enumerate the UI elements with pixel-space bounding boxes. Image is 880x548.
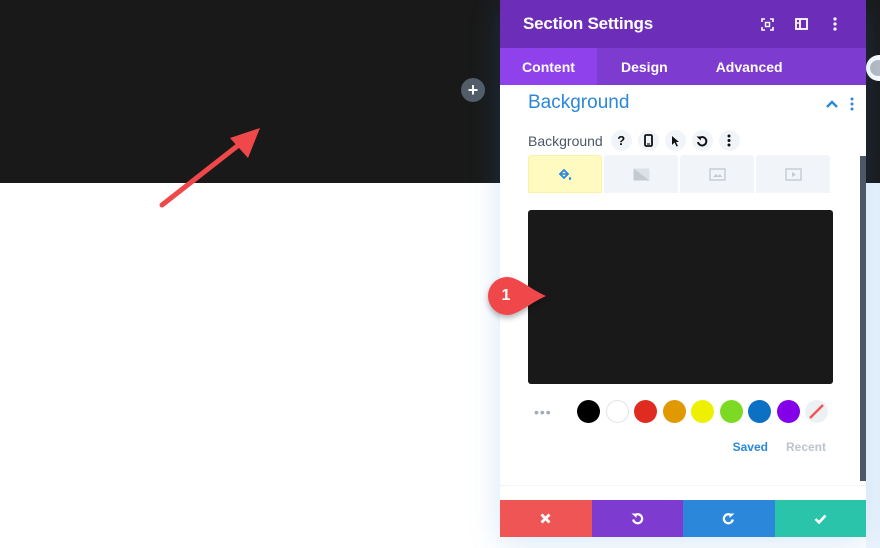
color-preview[interactable]: [528, 210, 833, 384]
fullscreen-icon: [760, 17, 774, 31]
panel-divider: [500, 485, 866, 486]
redo-button[interactable]: [683, 500, 775, 537]
hover-cursor-icon: [671, 135, 679, 146]
help-button[interactable]: ?: [610, 130, 632, 151]
paint-bucket-icon: [558, 168, 572, 180]
undo-button[interactable]: [591, 500, 683, 537]
swatch-green[interactable]: [719, 400, 743, 423]
save-button[interactable]: [774, 500, 866, 537]
panel-shadow: [866, 183, 880, 548]
responsive-button[interactable]: [637, 130, 659, 151]
swatch-purple[interactable]: [776, 400, 800, 423]
annotation-number: 1: [501, 287, 511, 304]
bg-tab-video[interactable]: [756, 155, 830, 193]
help-icon: ?: [617, 133, 626, 148]
bg-tab-image[interactable]: [680, 155, 754, 193]
palette-links: Saved Recent: [733, 440, 826, 454]
bg-tab-gradient[interactable]: [604, 155, 678, 193]
page: + Section Settings Content Design Advanc…: [0, 0, 880, 548]
tab-design[interactable]: Design: [597, 48, 692, 85]
color-swatches: •••: [528, 400, 834, 423]
fullscreen-button[interactable]: [750, 0, 784, 48]
globe-icon: [870, 60, 880, 76]
field-label: Background: [528, 132, 603, 149]
panel-title: Section Settings: [523, 14, 653, 33]
background-type-tabs: [528, 155, 830, 193]
recent-colors-link[interactable]: Recent: [786, 440, 826, 454]
bg-tab-color[interactable]: [528, 155, 602, 193]
gradient-icon: [633, 168, 649, 180]
swatch-yellow[interactable]: [691, 400, 714, 423]
discard-button[interactable]: [500, 500, 592, 537]
swatch-none[interactable]: [805, 400, 828, 423]
saved-colors-link[interactable]: Saved: [733, 440, 768, 454]
swatch-orange[interactable]: [662, 400, 686, 423]
background-field-header: Background ?: [528, 130, 740, 151]
reset-icon: [696, 135, 708, 146]
panel-menu-button[interactable]: [818, 0, 852, 48]
swatch-white[interactable]: [605, 400, 629, 423]
no-color-icon: [809, 404, 824, 419]
annotation-arrow: [159, 128, 260, 208]
settings-tabs: Content Design Advanced: [500, 48, 866, 85]
field-more-button[interactable]: [718, 130, 740, 151]
video-icon: [784, 167, 802, 181]
redo-icon: [723, 513, 735, 525]
swatch-black[interactable]: [577, 400, 600, 423]
tab-advanced[interactable]: Advanced: [692, 48, 807, 85]
reset-button[interactable]: [691, 130, 713, 151]
undo-icon: [631, 513, 643, 525]
section-more-icon[interactable]: [850, 97, 854, 111]
panel-scrollbar[interactable]: [860, 156, 866, 481]
tab-content[interactable]: Content: [500, 48, 597, 85]
more-options-icon: [727, 134, 731, 147]
responsive-phone-icon: [643, 134, 653, 147]
plus-icon: +: [467, 80, 479, 100]
swatch-blue[interactable]: [748, 400, 771, 423]
add-row-button[interactable]: +: [461, 78, 485, 102]
section-toggle-background[interactable]: Background: [528, 92, 629, 114]
more-options-icon: [833, 17, 837, 31]
more-swatches-icon[interactable]: •••: [528, 404, 568, 420]
split-view-icon: [794, 18, 808, 30]
section-settings-panel: Section Settings Content Design Advanced…: [500, 0, 866, 537]
hover-button[interactable]: [664, 130, 686, 151]
close-icon: [540, 513, 551, 524]
panel-header[interactable]: Section Settings: [500, 0, 866, 48]
check-icon: [814, 514, 827, 524]
split-view-button[interactable]: [784, 0, 818, 48]
image-icon: [708, 167, 726, 181]
swatch-red[interactable]: [634, 400, 657, 423]
panel-footer: [500, 500, 866, 537]
chevron-up-icon[interactable]: [826, 100, 838, 108]
